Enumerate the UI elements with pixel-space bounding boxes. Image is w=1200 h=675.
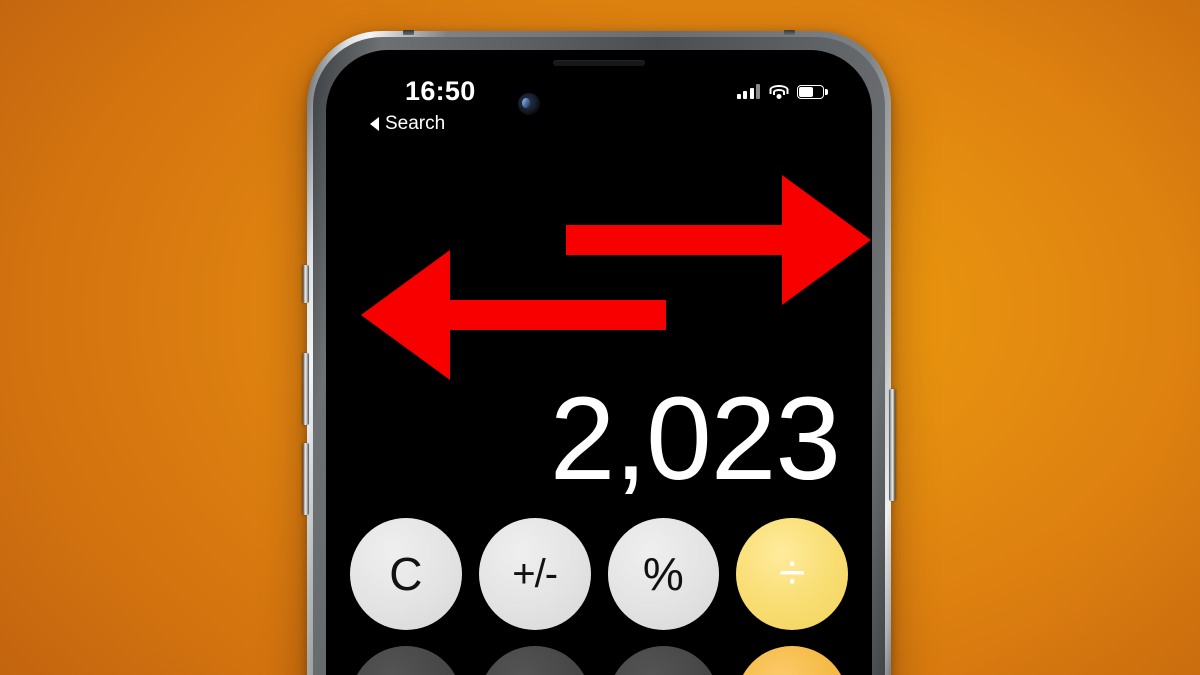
mute-switch-button[interactable] (303, 265, 309, 303)
digit-9-key-label: 9 (608, 646, 720, 675)
percent-key[interactable]: % (607, 518, 720, 630)
multiply-key-label: × (736, 646, 848, 675)
calculator-keypad: C +/-% ÷ 789 × (350, 518, 848, 675)
frame-antenna-seam-left (403, 30, 414, 35)
cellular-signal-icon (736, 84, 760, 99)
divide-key-label: ÷ (778, 546, 806, 600)
left-pointing-arrow (361, 250, 666, 380)
wifi-icon (769, 84, 788, 99)
calculator-display-value: 2,023 (549, 373, 841, 505)
device-inner-bezel: 16:50 Search 2,023 C +/- % ÷ (313, 37, 885, 675)
right-pointing-arrow (566, 175, 871, 305)
divide-key[interactable]: ÷ (736, 518, 848, 630)
volume-down-button[interactable] (303, 443, 309, 515)
clear-key[interactable]: C (350, 518, 462, 630)
back-triangle-icon (370, 117, 379, 131)
clear-key-label: C (389, 547, 423, 600)
digit-8-key-label: 8 (479, 646, 591, 675)
phone-screen: 16:50 Search 2,023 C +/- % ÷ (326, 50, 872, 675)
frame-antenna-seam-right (784, 30, 795, 35)
digit-7-key-label: 7 (350, 646, 462, 675)
earpiece-speaker (553, 60, 645, 66)
digit-7-key[interactable]: 7 (350, 645, 462, 675)
status-bar-indicators (736, 84, 828, 99)
back-to-search-link[interactable]: Search (370, 113, 445, 135)
back-link-label: Search (385, 113, 446, 134)
digit-9-key[interactable]: 9 (607, 645, 720, 675)
power-button[interactable] (889, 389, 895, 501)
percent-key-label: % (642, 547, 684, 600)
digit-8-key[interactable]: 8 (478, 645, 591, 675)
sign-toggle-key-label: +/- (512, 551, 558, 596)
status-bar: 16:50 (326, 76, 872, 110)
sign-toggle-key[interactable]: +/- (478, 518, 591, 630)
volume-up-button[interactable] (303, 353, 309, 425)
battery-icon (797, 84, 828, 99)
status-bar-clock: 16:50 (405, 76, 476, 106)
iphone-device-frame: 16:50 Search 2,023 C +/- % ÷ (303, 30, 895, 675)
multiply-key[interactable]: × (736, 645, 848, 675)
